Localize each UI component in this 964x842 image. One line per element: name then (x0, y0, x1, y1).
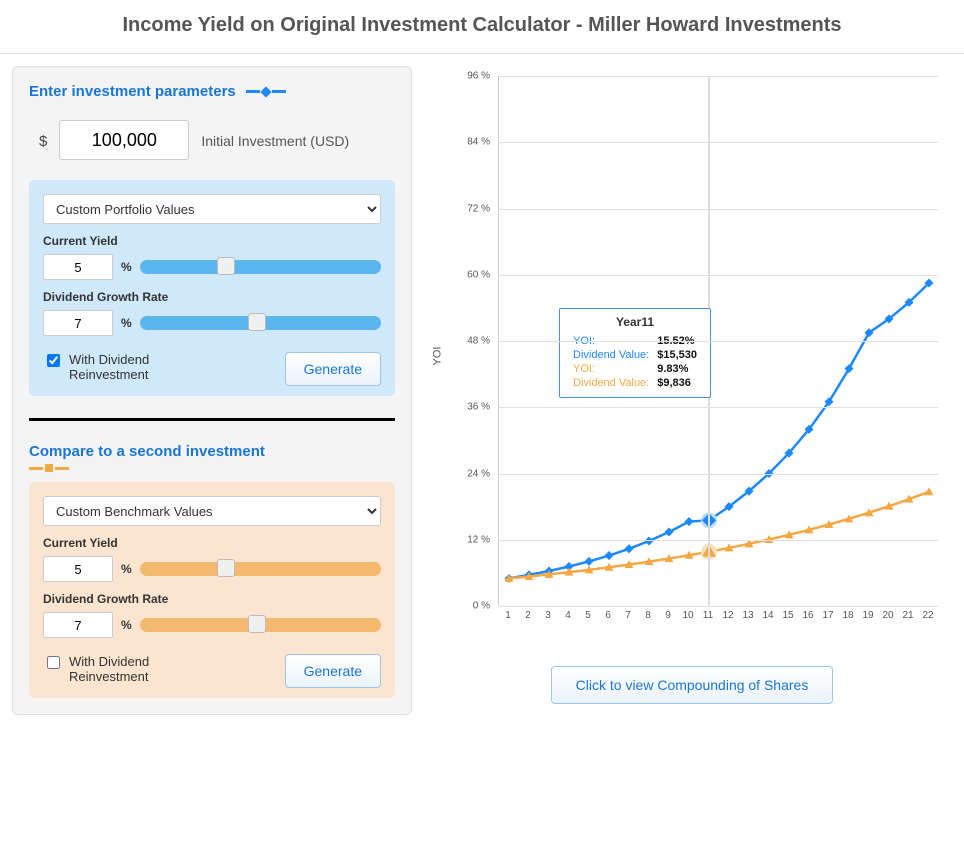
series-indicator-orange-icon (29, 464, 69, 472)
chart-y-tick: 36 % (467, 402, 490, 413)
percent-icon: % (121, 562, 132, 576)
initial-investment-input[interactable] (59, 120, 189, 160)
enter-params-heading-text: Enter investment parameters (29, 83, 236, 100)
tooltip-r3-label: YOI: (570, 363, 652, 375)
percent-icon: % (121, 260, 132, 274)
chart-x-tick: 3 (538, 610, 558, 621)
dollar-icon: $ (39, 133, 47, 150)
portfolio-current-yield-slider[interactable] (140, 260, 381, 274)
benchmark-current-yield-block: Current Yield % (43, 536, 381, 582)
tooltip-r2-label: Dividend Value: (570, 349, 652, 361)
chart-x-tick: 19 (858, 610, 878, 621)
compare-heading-text: Compare to a second investment (29, 443, 265, 460)
portfolio-current-yield-input[interactable] (43, 254, 113, 280)
chart-x-tick: 21 (898, 610, 918, 621)
chart-x-tick: 12 (718, 610, 738, 621)
view-compounding-button[interactable]: Click to view Compounding of Shares (551, 666, 834, 704)
portfolio-reinvest-checkbox-row[interactable]: With Dividend Reinvestment (43, 352, 179, 382)
chart-x-tick: 7 (618, 610, 638, 621)
chart-x-tick: 20 (878, 610, 898, 621)
chart-y-tick: 48 % (467, 336, 490, 347)
portfolio-panel: Custom Portfolio Values Current Yield % … (29, 180, 395, 396)
chart-x-tick: 11 (698, 610, 718, 621)
percent-icon: % (121, 618, 132, 632)
tooltip-title: Year11 (568, 315, 702, 329)
portfolio-current-yield-label: Current Yield (43, 234, 381, 248)
tooltip-r3-value: 9.83% (654, 363, 700, 375)
benchmark-growth-label: Dividend Growth Rate (43, 592, 381, 606)
chart-x-tick: 22 (918, 610, 938, 621)
portfolio-reinvest-checkbox[interactable] (47, 354, 60, 367)
portfolio-growth-block: Dividend Growth Rate % (43, 290, 381, 336)
benchmark-growth-input[interactable] (43, 612, 113, 638)
chart-y-tick: 24 % (467, 468, 490, 479)
benchmark-growth-block: Dividend Growth Rate % (43, 592, 381, 638)
chart-tooltip: Year11 YOI:15.52% Dividend Value:$15,530… (559, 308, 711, 398)
chart-x-tick: 1 (498, 610, 518, 621)
portfolio-growth-input[interactable] (43, 310, 113, 336)
chart-x-tick: 16 (798, 610, 818, 621)
initial-investment-row: $ Initial Investment (USD) (39, 120, 395, 160)
portfolio-growth-label: Dividend Growth Rate (43, 290, 381, 304)
chart-x-tick: 8 (638, 610, 658, 621)
parameters-panel: Enter investment parameters $ Initial In… (12, 66, 412, 715)
benchmark-growth-slider[interactable] (140, 618, 381, 632)
chart-x-tick: 6 (598, 610, 618, 621)
yoi-chart: YOI Year11 YOI:15.52% Dividend Value:$15… (442, 76, 942, 636)
benchmark-generate-button[interactable]: Generate (285, 654, 381, 688)
benchmark-current-yield-label: Current Yield (43, 536, 381, 550)
main-layout: Enter investment parameters $ Initial In… (0, 54, 964, 727)
chart-x-tick: 4 (558, 610, 578, 621)
benchmark-current-yield-slider[interactable] (140, 562, 381, 576)
chart-y-tick: 60 % (467, 269, 490, 280)
benchmark-current-yield-input[interactable] (43, 556, 113, 582)
benchmark-reinvest-label: With Dividend Reinvestment (69, 654, 179, 684)
chart-plot-area: Year11 YOI:15.52% Dividend Value:$15,530… (498, 76, 938, 606)
benchmark-panel: Custom Benchmark Values Current Yield % … (29, 482, 395, 698)
portfolio-select[interactable]: Custom Portfolio Values (43, 194, 381, 224)
tooltip-r2-value: $15,530 (654, 349, 700, 361)
benchmark-reinvest-checkbox[interactable] (47, 656, 60, 669)
percent-icon: % (121, 316, 132, 330)
enter-params-heading: Enter investment parameters (29, 83, 395, 100)
benchmark-select[interactable]: Custom Benchmark Values (43, 496, 381, 526)
benchmark-reinvest-checkbox-row[interactable]: With Dividend Reinvestment (43, 654, 179, 684)
portfolio-growth-slider[interactable] (140, 316, 381, 330)
tooltip-r4-value: $9,836 (654, 377, 700, 389)
chart-x-tick: 13 (738, 610, 758, 621)
chart-x-tick: 17 (818, 610, 838, 621)
chart-x-tick: 5 (578, 610, 598, 621)
chart-x-tick: 2 (518, 610, 538, 621)
chart-x-tick: 9 (658, 610, 678, 621)
initial-investment-label: Initial Investment (USD) (201, 132, 349, 152)
chart-y-tick: 96 % (467, 71, 490, 82)
chart-x-tick: 18 (838, 610, 858, 621)
chart-y-tick: 84 % (467, 137, 490, 148)
chart-y-axis-label: YOI (431, 347, 443, 366)
chart-x-tick: 10 (678, 610, 698, 621)
chart-x-tick: 15 (778, 610, 798, 621)
panel-divider (29, 418, 395, 421)
portfolio-current-yield-block: Current Yield % (43, 234, 381, 280)
series-indicator-blue-icon (246, 88, 286, 96)
portfolio-reinvest-label: With Dividend Reinvestment (69, 352, 179, 382)
chart-y-tick: 12 % (467, 534, 490, 545)
chart-column: YOI Year11 YOI:15.52% Dividend Value:$15… (432, 66, 952, 715)
chart-y-tick: 72 % (467, 203, 490, 214)
compare-heading: Compare to a second investment (29, 443, 395, 472)
portfolio-generate-button[interactable]: Generate (285, 352, 381, 386)
chart-x-tick: 14 (758, 610, 778, 621)
chart-y-tick: 0 % (473, 601, 490, 612)
chart-x-ticks: 12345678910111213141516171819202122 (498, 610, 938, 621)
tooltip-r4-label: Dividend Value: (570, 377, 652, 389)
page-title: Income Yield on Original Investment Calc… (0, 0, 964, 54)
